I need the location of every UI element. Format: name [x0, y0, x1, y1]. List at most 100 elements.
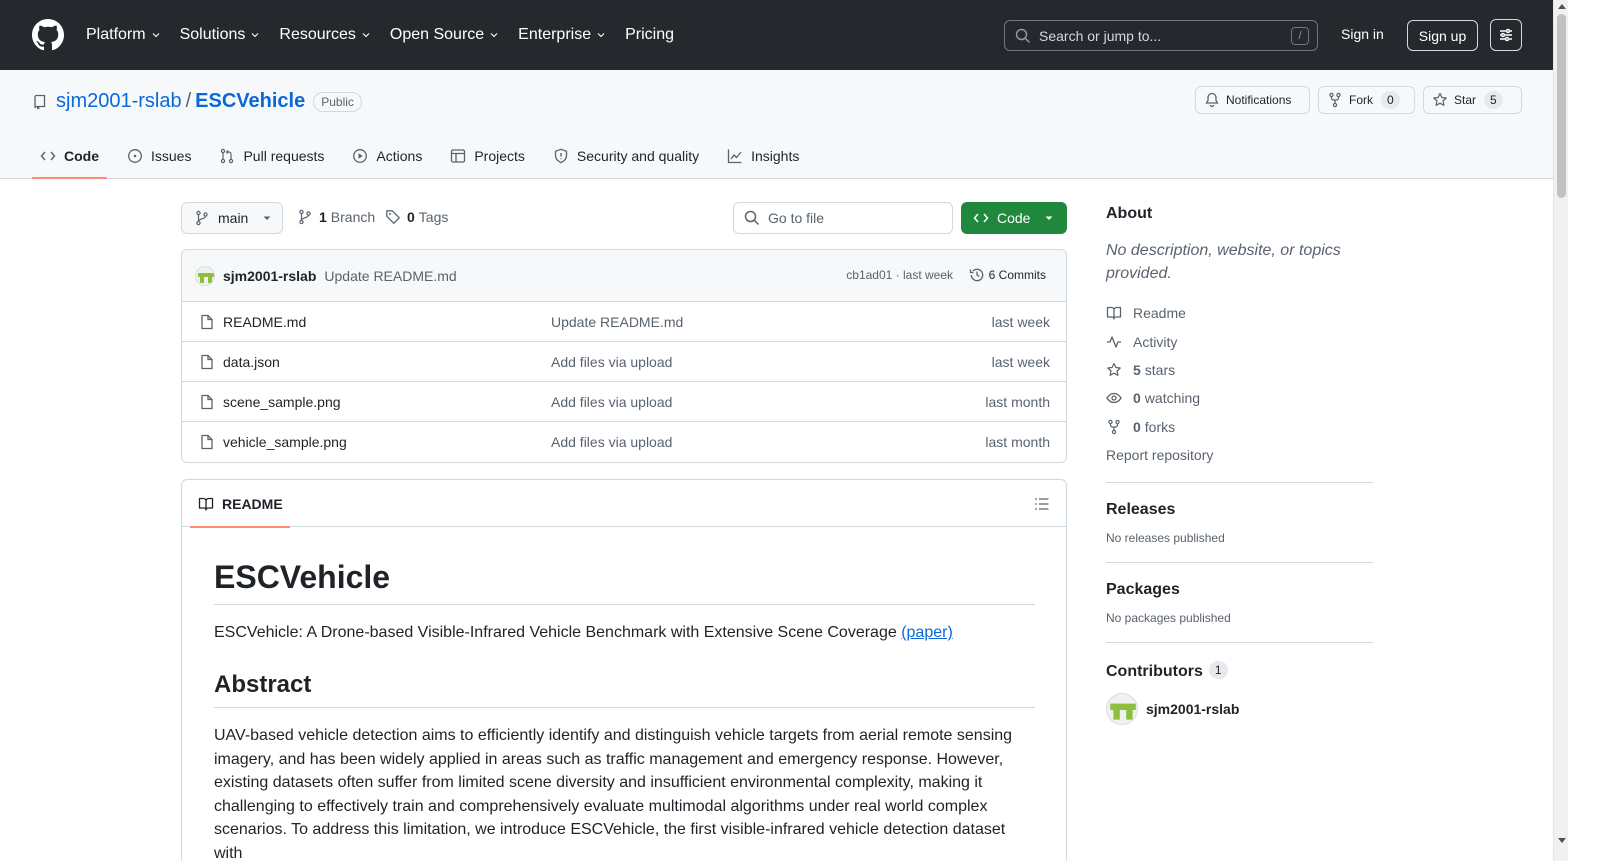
global-nav: Platform Solutions Resources Open Source…	[86, 24, 692, 46]
file-name-link[interactable]: README.md	[223, 314, 306, 330]
global-header: Platform Solutions Resources Open Source…	[0, 0, 1553, 70]
watching-link[interactable]: 0 watching	[1106, 384, 1373, 412]
stars-link[interactable]: 5 stars	[1106, 356, 1373, 384]
tab-issues[interactable]: Issues	[119, 133, 199, 179]
notifications-label: Notifications	[1226, 93, 1292, 107]
file-icon	[201, 354, 213, 370]
chevron-down-icon	[252, 33, 259, 38]
code-dropdown-button[interactable]: Code	[961, 202, 1067, 234]
avatar[interactable]	[195, 265, 215, 286]
visibility-badge: Public	[313, 91, 362, 112]
nav-open-source[interactable]: Open Source	[390, 26, 500, 44]
tab-actions[interactable]: Actions	[344, 133, 430, 179]
file-commit-message[interactable]: Update README.md	[551, 314, 683, 330]
outline-button[interactable]	[1034, 496, 1050, 512]
scrollbar-thumb[interactable]	[1557, 14, 1566, 198]
search-input[interactable]: Search or jump to... /	[1004, 20, 1318, 51]
file-icon	[201, 314, 213, 330]
nav-solutions[interactable]: Solutions	[180, 26, 262, 44]
fork-count: 0	[1381, 91, 1400, 109]
chevron-down-icon	[152, 33, 159, 38]
table-icon	[451, 149, 466, 163]
repo-sidebar: About No description, website, or topics…	[1106, 200, 1373, 726]
file-row[interactable]: vehicle_sample.png Add files via upload …	[182, 422, 1066, 462]
nav-resources[interactable]: Resources	[279, 26, 371, 44]
branch-selector[interactable]: main	[181, 202, 283, 234]
pull-request-icon	[221, 148, 234, 164]
sign-in-link[interactable]: Sign in	[1341, 26, 1384, 42]
tab-projects[interactable]: Projects	[442, 133, 533, 179]
tab-label: Code	[64, 148, 99, 164]
forks-link[interactable]: 0 forks	[1106, 413, 1373, 441]
tab-label: Insights	[751, 148, 800, 164]
commit-message-link[interactable]: Update README.md	[324, 268, 456, 284]
commits-history-link[interactable]: 6 Commits	[969, 267, 1046, 283]
readme-content: ESCVehicle ESCVehicle: A Drone-based Vis…	[214, 560, 1035, 861]
file-name-link[interactable]: data.json	[223, 354, 280, 370]
search-icon	[1015, 28, 1031, 43]
activity-link[interactable]: Activity	[1106, 327, 1373, 355]
page-scrollbar[interactable]	[1553, 0, 1568, 861]
nav-label: Open Source	[389, 26, 485, 43]
chevron-down-icon	[490, 33, 498, 38]
star-label: Star	[1454, 93, 1477, 107]
tab-security[interactable]: Security and quality	[545, 133, 707, 179]
scroll-down-arrow-icon[interactable]	[1558, 838, 1566, 843]
fork-button[interactable]: Fork 0	[1318, 86, 1415, 114]
section-divider	[1106, 642, 1373, 644]
repo-owner-link[interactable]: sjm2001-rslab	[56, 90, 182, 113]
book-icon	[1106, 307, 1122, 320]
repo-name-link[interactable]: ESCVehicle	[195, 90, 305, 113]
file-row[interactable]: scene_sample.png Add files via upload la…	[182, 382, 1066, 422]
file-commit-message[interactable]: Add files via upload	[551, 394, 672, 410]
report-repository-link[interactable]: Report repository	[1106, 441, 1373, 469]
notifications-button[interactable]: Notifications	[1195, 86, 1310, 114]
nav-label: Resources	[279, 26, 356, 43]
menu-button[interactable]	[1490, 19, 1522, 51]
avatar[interactable]	[1106, 693, 1138, 726]
file-commit-message[interactable]: Add files via upload	[551, 354, 672, 370]
contributor-item[interactable]: sjm2001-rslab	[1106, 693, 1373, 726]
file-commit-message[interactable]: Add files via upload	[551, 434, 672, 450]
watching-count: 0	[1133, 390, 1141, 407]
commits-count: 6 Commits	[988, 268, 1046, 282]
chevron-down-icon	[597, 33, 605, 38]
commit-hash-date[interactable]: cb1ad01 · last week	[846, 268, 953, 282]
branches-link[interactable]: 1 Branch	[297, 209, 375, 225]
scroll-up-arrow-icon[interactable]	[1558, 4, 1566, 9]
commit-author-link[interactable]: sjm2001-rslab	[223, 268, 316, 284]
file-date: last week	[991, 354, 1050, 370]
github-logo-icon[interactable]	[32, 19, 64, 51]
releases-heading[interactable]: Releases	[1106, 501, 1373, 519]
watching-label: watching	[1144, 390, 1201, 407]
tab-label: Actions	[376, 148, 423, 164]
contributors-heading[interactable]: Contributors 1	[1106, 661, 1373, 681]
file-name-link[interactable]: scene_sample.png	[223, 394, 341, 410]
readme-link[interactable]: Readme	[1106, 299, 1373, 327]
nav-platform[interactable]: Platform	[86, 26, 162, 44]
chevron-down-icon	[362, 33, 370, 38]
file-icon	[201, 394, 213, 410]
abstract-text: UAV-based vehicle detection aims to effi…	[214, 727, 1013, 861]
sign-up-button[interactable]: Sign up	[1407, 20, 1478, 51]
play-icon	[353, 149, 368, 163]
file-name-link[interactable]: vehicle_sample.png	[223, 434, 347, 450]
star-icon	[1107, 362, 1121, 376]
nav-pricing[interactable]: Pricing	[625, 26, 674, 44]
tab-pull-requests[interactable]: Pull requests	[211, 133, 332, 179]
readme-lead-text: ESCVehicle: A Drone-based Visible-Infrar…	[214, 624, 897, 641]
file-row[interactable]: data.json Add files via upload last week	[182, 342, 1066, 382]
file-row[interactable]: README.md Update README.md last week	[182, 302, 1066, 342]
readme-tab[interactable]: README	[190, 480, 290, 528]
about-heading: About	[1106, 205, 1153, 222]
star-button[interactable]: Star 5	[1423, 86, 1522, 114]
tab-insights[interactable]: Insights	[719, 133, 807, 179]
list-icon	[1035, 498, 1049, 510]
tags-link[interactable]: 0 Tags	[385, 209, 448, 225]
nav-enterprise[interactable]: Enterprise	[518, 26, 607, 44]
paper-link[interactable]: (paper)	[901, 624, 953, 641]
tab-code[interactable]: Code	[32, 133, 107, 179]
packages-heading[interactable]: Packages	[1106, 581, 1373, 599]
go-to-file-input[interactable]: Go to file	[733, 202, 953, 234]
contributor-name[interactable]: sjm2001-rslab	[1146, 701, 1239, 717]
